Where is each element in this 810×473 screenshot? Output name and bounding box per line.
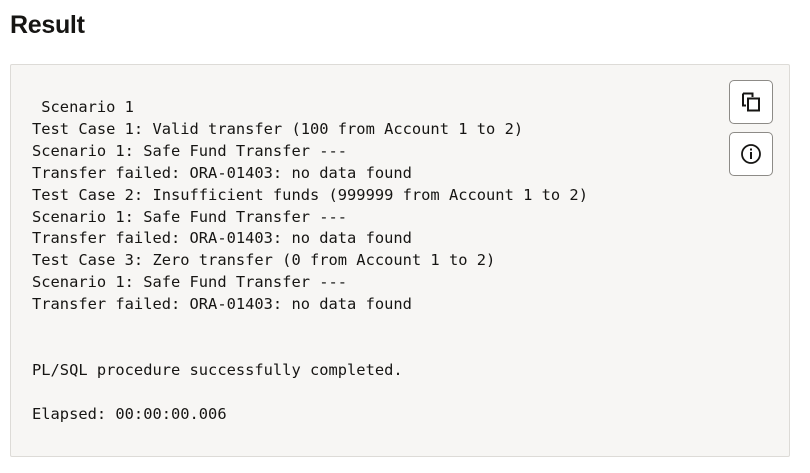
output-line: Test Case 3: Zero transfer (0 from Accou…: [32, 251, 496, 270]
output-line: Transfer failed: ORA-01403: no data foun…: [32, 229, 412, 248]
info-icon: [741, 144, 761, 164]
output-line: Test Case 1: Valid transfer (100 from Ac…: [32, 119, 524, 138]
output-line: Scenario 1: [32, 98, 134, 116]
result-output-panel: Scenario 1 Test Case 1: Valid transfer (…: [10, 64, 790, 457]
result-output-text: Scenario 1 Test Case 1: Valid transfer (…: [32, 97, 588, 426]
output-line: Scenario 1: Safe Fund Transfer ---: [32, 141, 348, 160]
copy-button[interactable]: [729, 80, 773, 124]
output-line: PL/SQL procedure successfully completed.: [32, 360, 403, 379]
output-line: Scenario 1: Safe Fund Transfer ---: [32, 273, 348, 292]
output-line: Elapsed: 00:00:00.006: [32, 404, 227, 423]
copy-icon: [742, 92, 760, 112]
output-line: Scenario 1: Safe Fund Transfer ---: [32, 207, 348, 226]
result-heading: Result: [10, 11, 85, 39]
output-line: Test Case 2: Insufficient funds (999999 …: [32, 185, 588, 204]
output-line: Transfer failed: ORA-01403: no data foun…: [32, 295, 412, 314]
output-line: Transfer failed: ORA-01403: no data foun…: [32, 163, 412, 182]
info-button[interactable]: [729, 132, 773, 176]
